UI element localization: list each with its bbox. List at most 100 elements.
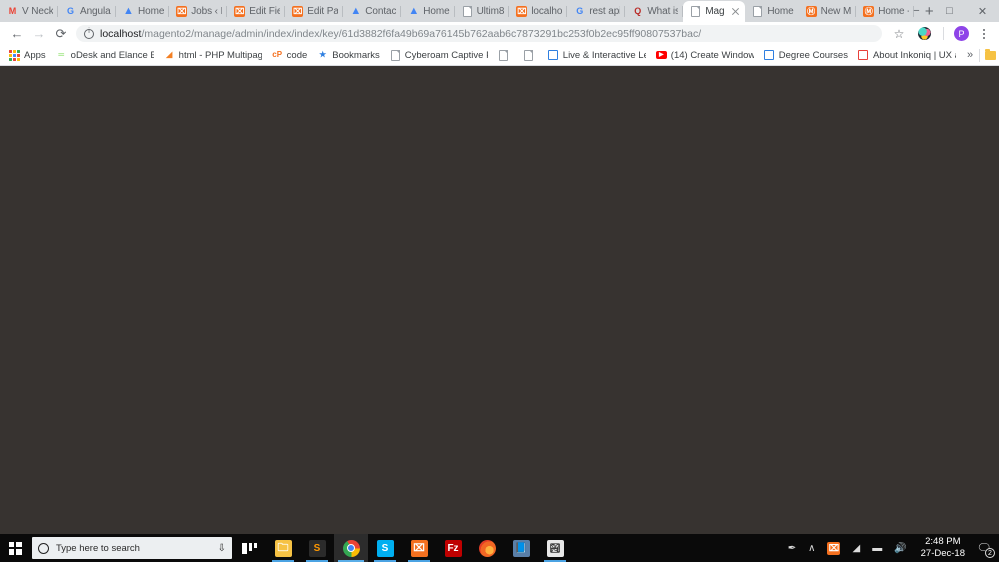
browser-tab[interactable]: ⌧ localho bbox=[509, 1, 568, 22]
back-button[interactable]: ← bbox=[6, 23, 28, 45]
clock-time: 2:48 PM bbox=[925, 536, 961, 547]
taskbar-app-xampp[interactable]: ⌧ bbox=[402, 534, 436, 562]
browser-toolbar: ← → ⟳ localhost/magento2/manage/admin/in… bbox=[0, 22, 999, 45]
url-host: localhost bbox=[100, 27, 142, 40]
chrome-menu-icon[interactable] bbox=[975, 25, 993, 43]
profile-avatar[interactable]: P bbox=[954, 26, 969, 41]
link-icon bbox=[764, 50, 775, 61]
toolbar-actions: ☆ P bbox=[888, 25, 993, 43]
tab-title: Edit Fie bbox=[249, 6, 281, 17]
forward-button[interactable]: → bbox=[28, 23, 50, 45]
bookmark-item[interactable]: ◢ html - PHP Multipag bbox=[159, 46, 267, 64]
bookmark-label: html - PHP Multipag bbox=[178, 49, 262, 61]
xampp-icon: ⌧ bbox=[410, 539, 428, 557]
browser-tab[interactable]: ▲ Contact bbox=[343, 1, 402, 22]
clock[interactable]: 2:48 PM 27-Dec-18 bbox=[913, 534, 973, 562]
xampp-icon: ⌧ bbox=[234, 6, 246, 17]
battery-icon[interactable]: ▬ bbox=[866, 534, 888, 562]
bookmark-item[interactable]: Degree Courses bbox=[759, 46, 853, 64]
tab-title: Home bbox=[138, 6, 165, 17]
taskbar-app-file-explorer[interactable]: 🗀 bbox=[266, 534, 300, 562]
reload-button[interactable]: ⟳ bbox=[50, 23, 72, 45]
file-explorer-icon: 🗀 bbox=[274, 539, 292, 557]
browser-tab[interactable]: ▲ Home bbox=[116, 1, 170, 22]
browser-tab[interactable]: Mag bbox=[683, 1, 746, 22]
bookmark-item[interactable] bbox=[518, 46, 543, 64]
taskbar-search-input[interactable]: Type here to search ⇩ bbox=[32, 537, 232, 559]
browser-tab[interactable]: M V Neck bbox=[0, 1, 58, 22]
site-info-icon[interactable] bbox=[84, 28, 94, 39]
bookmarks-bar: Apps ═ oDesk and Elance Ex ◢ html - PHP Mul… bbox=[0, 45, 999, 66]
taskbar-app-google-chrome[interactable] bbox=[334, 534, 368, 562]
extension-icon[interactable] bbox=[918, 27, 931, 40]
bookmarks-overflow-button[interactable]: » bbox=[961, 49, 979, 61]
bookmark-label: oDesk and Elance Ex bbox=[70, 49, 154, 61]
bookmark-item[interactable] bbox=[493, 46, 518, 64]
start-button[interactable] bbox=[0, 534, 30, 562]
browser-tab[interactable]: ▲ Home bbox=[401, 1, 455, 22]
xampp-icon: ⌧ bbox=[292, 6, 304, 17]
bookmark-item[interactable]: ▶ (14) Create Windows bbox=[651, 46, 759, 64]
page-icon bbox=[390, 49, 401, 61]
browser-tab[interactable]: Q What is bbox=[625, 1, 684, 22]
wifi-icon[interactable]: ◢ bbox=[846, 534, 866, 562]
youtube-icon: ▶ bbox=[655, 50, 667, 61]
taskbar-app-photo-viewer[interactable]: 🏞 bbox=[538, 534, 572, 562]
show-hidden-icons-chevron[interactable]: ∧ bbox=[802, 534, 821, 562]
tab-title: Ultim8 bbox=[476, 6, 505, 17]
microphone-icon[interactable]: ⇩ bbox=[218, 543, 226, 554]
notification-count-badge: 2 bbox=[985, 548, 995, 558]
browser-tab[interactable]: Home bbox=[745, 1, 798, 22]
angular-icon: ▲ bbox=[350, 5, 362, 17]
tab-title: Angular bbox=[80, 6, 111, 17]
page-icon bbox=[462, 6, 473, 17]
close-window-button[interactable]: ✕ bbox=[966, 0, 999, 22]
tab-title: Home bbox=[423, 6, 450, 17]
tab-strip: MV NeckGAngular▲Home⌧Jobs ‹ H⌧Edit Fie⌧E… bbox=[0, 0, 999, 22]
other-bookmarks-folder[interactable]: Other bookmarks bbox=[980, 46, 999, 64]
taskbar-app-list: 🗀 S S ⌧ Fz 📘 🏞 bbox=[266, 534, 572, 562]
tab-title: rest api bbox=[589, 6, 621, 17]
browser-tab[interactable]: ⌧ Edit Fie bbox=[227, 1, 286, 22]
bookmark-item[interactable]: About Inkoniq | UX a bbox=[853, 46, 961, 64]
upwork-icon: ═ bbox=[58, 50, 64, 59]
volume-icon[interactable]: 🔊 bbox=[888, 534, 912, 562]
filezilla-icon: Fz bbox=[444, 539, 462, 557]
windows-taskbar: Type here to search ⇩ 🗀 S S ⌧ Fz 📘 🏞 ✒ ∧ ⌧ ◢ ▬… bbox=[0, 534, 999, 562]
bookmark-item[interactable]: cP code bbox=[267, 46, 313, 64]
taskbar-app-notes[interactable]: 📘 bbox=[504, 534, 538, 562]
star-icon: ★ bbox=[319, 50, 327, 59]
tab-title: Mag bbox=[705, 6, 725, 17]
action-center-button[interactable]: 🗨 2 bbox=[973, 534, 995, 562]
taskbar-app-skype[interactable]: S bbox=[368, 534, 402, 562]
minimize-button[interactable]: − bbox=[900, 0, 933, 22]
bookmark-item[interactable]: ═ oDesk and Elance Ex bbox=[51, 46, 159, 64]
maximize-button[interactable]: □ bbox=[933, 0, 966, 22]
bookmark-star-icon[interactable]: ☆ bbox=[888, 27, 910, 41]
bookmark-item[interactable]: ★ Bookmarks bbox=[312, 46, 385, 64]
taskbar-app-filezilla[interactable]: Fz bbox=[436, 534, 470, 562]
browser-tab[interactable]: ⌧Edit Pag bbox=[285, 1, 344, 22]
browser-tab[interactable]: G Angular bbox=[58, 1, 116, 22]
xampp-tray-icon[interactable]: ⌧ bbox=[821, 534, 846, 562]
taskbar-app-firefox[interactable] bbox=[470, 534, 504, 562]
browser-tab[interactable]: Ⓜ New M bbox=[799, 1, 857, 22]
clock-date: 27-Dec-18 bbox=[920, 548, 965, 559]
page-content-area[interactable] bbox=[0, 66, 999, 534]
pen-icon[interactable]: ✒ bbox=[782, 534, 802, 562]
inkoniq-icon bbox=[858, 50, 869, 61]
browser-tab[interactable]: Grest api bbox=[567, 1, 626, 22]
bookmark-item[interactable]: Cyberoam Captive Po bbox=[385, 46, 493, 64]
tab-title: Home bbox=[767, 6, 794, 17]
photo-viewer-icon: 🏞 bbox=[546, 539, 564, 557]
browser-tab[interactable]: ⌧Jobs ‹ H bbox=[169, 1, 228, 22]
address-bar[interactable]: localhost/magento2/manage/admin/index/in… bbox=[76, 25, 882, 42]
task-view-button[interactable] bbox=[232, 534, 266, 562]
apps-shortcut[interactable]: Apps bbox=[4, 46, 51, 64]
tab-close-icon[interactable] bbox=[731, 7, 740, 16]
bookmark-item[interactable]: Live & Interactive Le bbox=[543, 46, 651, 64]
bookmark-label: Live & Interactive Le bbox=[562, 49, 646, 61]
browser-tab[interactable]: Ultim8 bbox=[455, 1, 510, 22]
url-text: localhost/magento2/manage/admin/index/in… bbox=[100, 28, 701, 40]
taskbar-app-sublime-text[interactable]: S bbox=[300, 534, 334, 562]
